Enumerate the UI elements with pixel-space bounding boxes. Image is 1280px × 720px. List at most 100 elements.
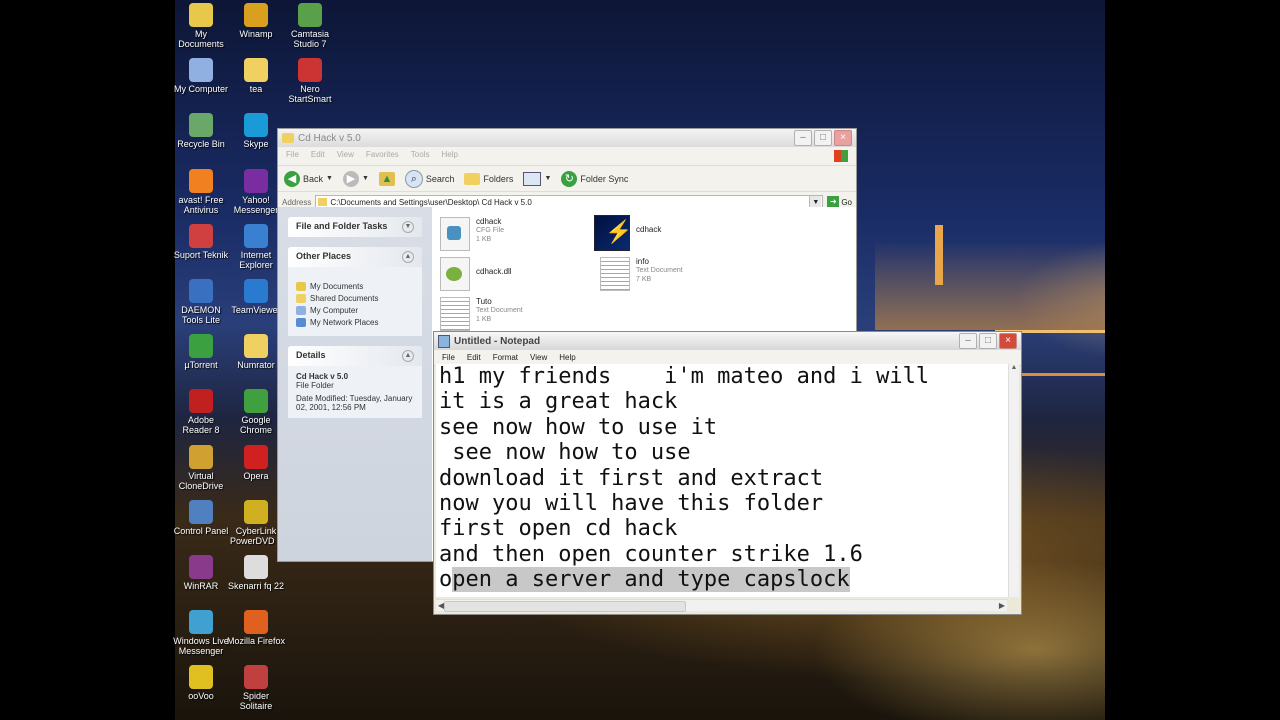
adobe-reader-icon xyxy=(189,389,213,414)
folder-sync-button[interactable]: ↻ Folder Sync xyxy=(561,170,628,187)
collapse-chevron-icon[interactable]: ▲ xyxy=(402,350,414,362)
details-header[interactable]: Details ▲ xyxy=(288,346,422,366)
views-button[interactable]: ▼ xyxy=(523,171,551,186)
scroll-right-arrow-icon[interactable]: ▶ xyxy=(997,600,1007,611)
notepad-title: Untitled - Notepad xyxy=(454,335,541,347)
other-places-panel: Other Places ▲ My Documents Shared Docum… xyxy=(288,247,422,336)
menu-help[interactable]: Help xyxy=(559,353,575,362)
file-info[interactable]: info Text Document 7 KB xyxy=(600,257,683,291)
place-my-computer[interactable]: My Computer xyxy=(296,306,414,315)
desktop-icon[interactable]: Camtasia Studio 7 xyxy=(281,3,339,49)
menu-edit[interactable]: Edit xyxy=(311,150,325,162)
desktop-icon[interactable]: DAEMON Tools Lite xyxy=(172,279,230,325)
text-line: download it first and extract xyxy=(439,465,824,491)
vertical-scrollbar[interactable]: ▲ xyxy=(1008,364,1019,597)
minimize-button[interactable]: – xyxy=(959,333,977,349)
notepad-text-area[interactable]: h1 my friends i'm mateo and i will it is… xyxy=(436,364,1008,597)
yahoo-icon xyxy=(244,168,268,193)
desktop-icon[interactable]: WinRAR xyxy=(172,555,230,591)
menu-tools[interactable]: Tools xyxy=(411,150,430,162)
desktop-icon[interactable]: ooVoo xyxy=(172,665,230,701)
dll-file-icon xyxy=(440,257,470,291)
explorer-title: Cd Hack v 5.0 xyxy=(298,132,361,144)
details-panel: Details ▲ Cd Hack v 5.0 File Folder Date… xyxy=(288,346,422,418)
details-type: File Folder xyxy=(296,381,334,390)
maximize-button[interactable]: □ xyxy=(814,130,832,146)
folder-icon xyxy=(244,334,268,359)
place-shared-documents[interactable]: Shared Documents xyxy=(296,294,414,303)
menu-view[interactable]: View xyxy=(337,150,354,162)
file-folder-tasks-panel: File and Folder Tasks ▼ xyxy=(288,217,422,237)
back-arrow-icon: ◀ xyxy=(284,170,300,187)
horizontal-scroll-thumb[interactable] xyxy=(444,601,686,612)
desktop-icon[interactable]: Recycle Bin xyxy=(172,113,230,149)
desktop-icon[interactable]: My Documents xyxy=(172,3,230,49)
desktop-icon[interactable]: Suport Teknik xyxy=(172,223,230,260)
desktop-icon[interactable]: avast! Free Antivirus xyxy=(172,168,230,215)
address-label: Address xyxy=(282,197,312,207)
menu-favorites[interactable]: Favorites xyxy=(366,150,399,162)
notepad-window[interactable]: Untitled - Notepad – □ × File Edit Forma… xyxy=(433,331,1022,615)
close-button[interactable]: × xyxy=(834,130,852,146)
horizontal-scrollbar[interactable]: ◀ ▶ xyxy=(436,599,1007,612)
desktop-icon-label: Camtasia Studio 7 xyxy=(290,29,329,49)
desktop-icon-label: Nero StartSmart xyxy=(288,84,332,105)
desktop-icon[interactable]: µTorrent xyxy=(172,334,230,370)
menu-help[interactable]: Help xyxy=(441,150,457,162)
place-my-documents[interactable]: My Documents xyxy=(296,282,414,291)
desktop-icon[interactable]: tea xyxy=(227,58,285,94)
desktop-icon[interactable]: Winamp xyxy=(227,3,285,39)
desktop-icon[interactable]: Virtual CloneDrive xyxy=(172,444,230,491)
up-folder-button[interactable]: ▲ xyxy=(378,171,395,186)
other-places-header[interactable]: Other Places ▲ xyxy=(288,247,422,267)
expand-chevron-icon[interactable]: ▼ xyxy=(402,221,414,233)
task-pane: File and Folder Tasks ▼ Other Places ▲ M… xyxy=(278,207,432,561)
close-button[interactable]: × xyxy=(999,333,1017,349)
desktop-icon[interactable]: My Computer xyxy=(172,58,230,94)
desktop-icon[interactable]: Windows Live Messenger xyxy=(172,610,230,656)
forward-button[interactable]: ▶ ▼ xyxy=(342,170,369,187)
file-cdhack-cfg[interactable]: cdhack CFG File 1 KB xyxy=(440,217,504,251)
desktop-icon-label: Suport Teknik xyxy=(173,249,229,260)
text-document-icon xyxy=(600,257,630,291)
scroll-up-arrow-icon[interactable]: ▲ xyxy=(1009,364,1019,371)
desktop-icon-label: ooVoo xyxy=(188,691,214,702)
file-cdhack-exe[interactable]: ⚡ cdhack xyxy=(594,215,661,251)
desktop-icon[interactable]: Adobe Reader 8 xyxy=(172,389,230,435)
menu-file[interactable]: File xyxy=(286,150,299,162)
text-line: now you will have this folder xyxy=(439,491,824,517)
search-button[interactable]: ⌕ Search xyxy=(404,169,454,188)
desktop-icon[interactable]: Nero StartSmart xyxy=(281,58,339,104)
desktop-icon[interactable]: Control Panel xyxy=(172,499,230,536)
windows-logo-icon xyxy=(834,150,848,162)
menu-format[interactable]: Format xyxy=(493,353,518,362)
back-button[interactable]: ◀ Back ▼ xyxy=(284,170,333,187)
folder-docs-icon xyxy=(189,3,213,27)
views-icon xyxy=(523,171,542,186)
file-tuto[interactable]: Tuto Text Document 1 KB xyxy=(440,297,523,331)
text-line-last: open a server and type capslock xyxy=(436,567,1008,593)
messenger-icon xyxy=(189,610,213,635)
notepad-titlebar[interactable]: Untitled - Notepad – □ × xyxy=(434,332,1021,350)
explorer-titlebar[interactable]: Cd Hack v 5.0 – □ × xyxy=(278,129,856,147)
menu-file[interactable]: File xyxy=(442,353,455,362)
folders-button[interactable]: Folders xyxy=(464,172,513,185)
sync-icon: ↻ xyxy=(561,170,578,187)
desktop-icon-label: µTorrent xyxy=(184,360,218,371)
desktop-icon-label: My Computer xyxy=(173,84,228,95)
solitaire-icon xyxy=(244,665,268,690)
place-my-network-places[interactable]: My Network Places xyxy=(296,318,414,327)
desktop-icon[interactable]: Spider Solitaire xyxy=(227,665,285,711)
desktop-icon-label: Control Panel xyxy=(173,525,229,536)
menu-edit[interactable]: Edit xyxy=(467,353,481,362)
maximize-button[interactable]: □ xyxy=(979,333,997,349)
text-line: first open cd hack xyxy=(439,516,678,542)
menu-view[interactable]: View xyxy=(530,353,547,362)
file-folder-tasks-header[interactable]: File and Folder Tasks ▼ xyxy=(288,217,422,237)
recycle-bin-icon xyxy=(189,113,213,138)
collapse-chevron-icon[interactable]: ▲ xyxy=(402,251,414,263)
desktop-icon[interactable]: Mozilla Firefox xyxy=(227,610,285,646)
file-cdhack-dll[interactable]: cdhack.dll xyxy=(440,257,512,291)
minimize-button[interactable]: – xyxy=(794,130,812,146)
chevron-down-icon[interactable]: ▼ xyxy=(809,195,822,208)
